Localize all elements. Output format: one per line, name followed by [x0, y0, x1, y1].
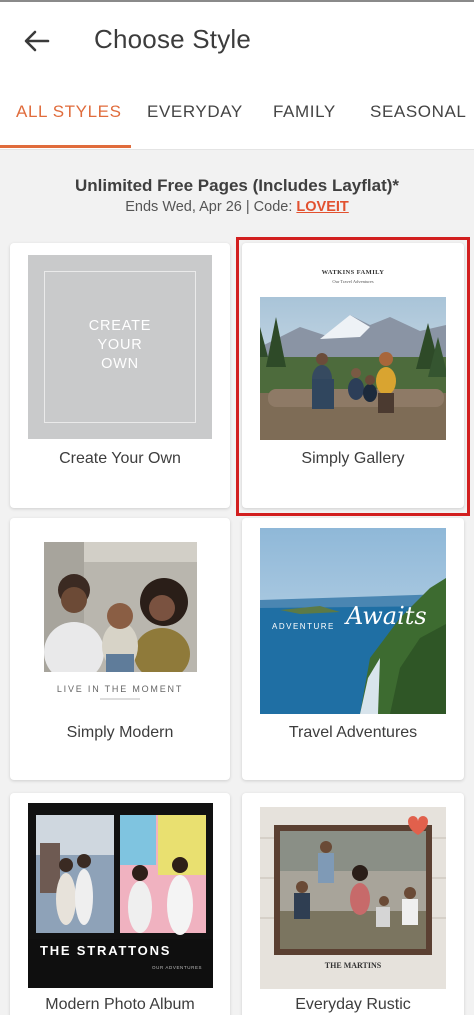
tab-all-styles[interactable]: ALL STYLES	[16, 102, 122, 122]
thumbnail-text-awaits: Awaits	[346, 602, 427, 630]
back-button[interactable]	[20, 24, 54, 58]
style-card-label: Everyday Rustic	[295, 996, 411, 1013]
thumbnail-subtitle: OUR ADVENTURES	[152, 965, 203, 970]
promo-title: Unlimited Free Pages (Includes Layflat)*	[74, 176, 400, 195]
style-card-simply-modern[interactable]: LIVE IN THE MOMENT Simply Modern	[10, 518, 230, 780]
page-title: Choose Style	[94, 24, 252, 54]
couple-photo-collage: THE STRATTONS OUR ADVENTURES	[28, 803, 213, 988]
thumbnail-title: THE MARTINS	[324, 961, 382, 970]
thumbnail-title: THE STRATTONS	[40, 943, 172, 958]
family-portrait-photo	[44, 542, 197, 672]
active-tab-indicator	[0, 145, 131, 148]
promo-code-link[interactable]: LOVEIT	[296, 199, 348, 215]
style-card-label: Create Your Own	[59, 450, 181, 467]
arrow-left-icon	[24, 30, 50, 52]
selected-style-highlight	[236, 237, 470, 516]
style-card-label: Modern Photo Album	[45, 996, 195, 1013]
thumbnail-caption: LIVE IN THE MOMENT	[56, 684, 184, 694]
style-card-label: Simply Modern	[66, 724, 174, 741]
promo-subtitle-text: Ends Wed, Apr 26 | Code:	[125, 199, 297, 215]
coastal-cliff-photo: ADVENTURE Awaits	[260, 528, 446, 714]
thumbnail-text-adventure: ADVENTURE	[272, 622, 335, 631]
thumbnail-text: CREATE YOUR OWN	[88, 318, 152, 372]
tab-seasonal[interactable]: SEASONAL	[370, 102, 466, 122]
style-card-modern-photo-album[interactable]: THE STRATTONS OUR ADVENTURES Modern Phot…	[10, 793, 230, 1015]
style-card-label: Travel Adventures	[288, 724, 418, 741]
create-your-own-thumbnail: CREATE YOUR OWN	[28, 255, 212, 439]
tab-family[interactable]: FAMILY	[273, 102, 336, 122]
style-card-everyday-rustic[interactable]: THE MARTINS Everyday Rustic	[242, 793, 464, 1015]
style-card-create-your-own[interactable]: CREATE YOUR OWN Create Your Own	[10, 243, 230, 508]
style-tabs: ALL STYLES EVERYDAY FAMILY SEASONAL	[0, 80, 474, 150]
promo-subtitle: Ends Wed, Apr 26 | Code: LOVEIT	[0, 199, 474, 215]
promo-banner: Unlimited Free Pages (Includes Layflat)*…	[0, 176, 474, 215]
app-header: Choose Style	[0, 0, 474, 80]
rustic-family-photo: THE MARTINS	[260, 807, 446, 989]
tab-everyday[interactable]: EVERYDAY	[147, 102, 243, 122]
style-card-travel-adventures[interactable]: ADVENTURE Awaits Travel Adventures	[242, 518, 464, 780]
caption-rule	[100, 698, 140, 700]
